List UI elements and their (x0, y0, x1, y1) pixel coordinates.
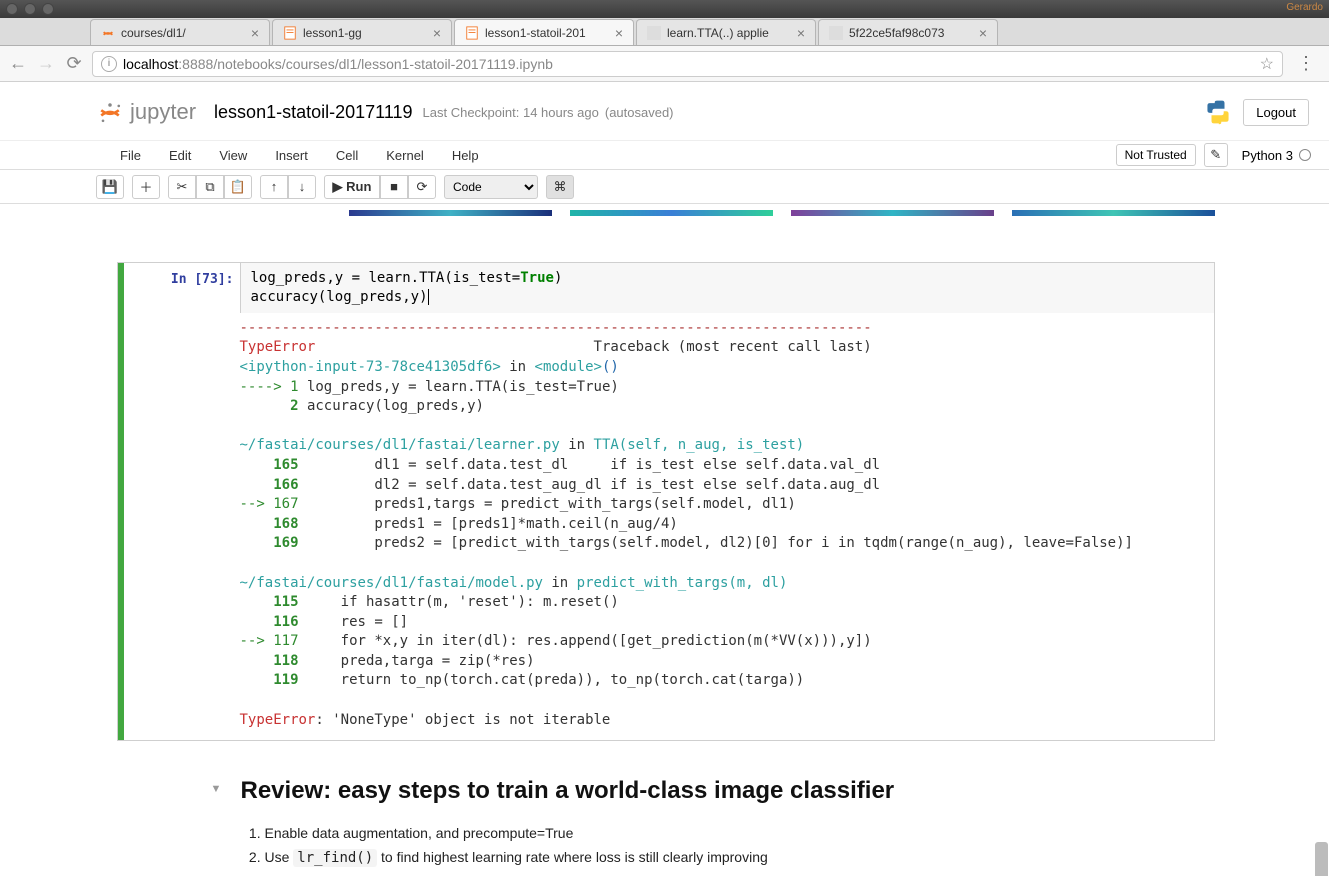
reload-icon[interactable]: ⟳ (64, 54, 84, 74)
forward-icon[interactable]: → (36, 54, 56, 74)
trust-button[interactable]: Not Trusted (1116, 144, 1196, 166)
close-icon[interactable]: × (251, 25, 259, 41)
move-up-icon[interactable]: ↑ (260, 175, 288, 199)
url-path: /notebooks/courses/dl1/lesson1-statoil-2… (213, 56, 553, 72)
close-icon[interactable]: × (797, 25, 805, 41)
page-content: jupyter lesson1-statoil-20171119 Last Ch… (0, 82, 1329, 876)
code-input[interactable]: log_preds,y = learn.TTA(is_test=True)acc… (240, 263, 1214, 313)
tab-title: courses/dl1/ (121, 26, 245, 40)
kernel-label: Python 3 (1242, 148, 1293, 163)
thumbnail (570, 210, 773, 216)
url-bar[interactable]: i localhost:8888/notebooks/courses/dl1/l… (92, 51, 1283, 77)
add-cell-icon[interactable]: ＋ (132, 175, 160, 199)
cell-output: ----------------------------------------… (240, 313, 1214, 740)
browser-tabbar: courses/dl1/×lesson1-gg×lesson1-statoil-… (0, 18, 1329, 46)
scrollbar-thumb[interactable] (1315, 842, 1328, 876)
url-host: localhost (123, 56, 178, 72)
list-item: Enable data augmentation, and precompute… (265, 823, 1215, 845)
move-down-icon[interactable]: ↓ (288, 175, 316, 199)
back-icon[interactable]: ← (8, 54, 28, 74)
save-icon[interactable]: 💾 (96, 175, 124, 199)
url-port: :8888 (178, 56, 213, 72)
jupyter-logo[interactable]: jupyter (96, 98, 196, 126)
menubar-item-file[interactable]: File (106, 144, 155, 167)
markdown-list: Enable data augmentation, and precompute… (241, 823, 1215, 876)
info-icon[interactable]: i (101, 56, 117, 72)
python-icon (1205, 99, 1231, 125)
window-max-icon[interactable] (42, 3, 54, 15)
menubar: FileEditViewInsertCellKernelHelp Not Tru… (0, 140, 1329, 170)
close-icon[interactable]: × (433, 25, 441, 41)
browser-navbar: ← → ⟳ i localhost:8888/notebooks/courses… (0, 46, 1329, 82)
notebook-title[interactable]: lesson1-statoil-20171119 (214, 102, 412, 123)
browser-tab[interactable]: lesson1-statoil-201 × (454, 19, 634, 45)
collapse-icon[interactable]: ▼ (211, 783, 222, 795)
browser-tab[interactable]: courses/dl1/ × (90, 19, 270, 45)
window-min-icon[interactable] (24, 3, 36, 15)
thumbnail (349, 210, 552, 216)
run-button[interactable]: ▶ Run (324, 175, 380, 199)
jupyter-header: jupyter lesson1-statoil-20171119 Last Ch… (0, 92, 1329, 140)
edit-icon[interactable]: ✎ (1204, 143, 1228, 167)
celltype-select[interactable]: Code (444, 175, 538, 199)
menubar-item-edit[interactable]: Edit (155, 144, 205, 167)
kernel-indicator[interactable]: Python 3 (1236, 145, 1317, 166)
tab-title: lesson1-gg (303, 26, 427, 40)
copy-icon[interactable]: ⧉ (196, 175, 224, 199)
paste-icon[interactable]: 📋 (224, 175, 252, 199)
list-item: Train last layer from precomputed activa… (265, 872, 1215, 876)
window-close-icon[interactable] (6, 3, 18, 15)
image-thumbnails (115, 204, 1215, 226)
checkpoint-label: Last Checkpoint: 14 hours ago (423, 105, 599, 120)
menubar-item-help[interactable]: Help (438, 144, 493, 167)
markdown-heading: Review: easy steps to train a world-clas… (241, 777, 1215, 805)
menubar-item-cell[interactable]: Cell (322, 144, 372, 167)
toolbar: 💾 ＋ ✂ ⧉ 📋 ↑ ↓ ▶ Run ■ ⟳ Code ⌘ (0, 170, 1329, 204)
browser-tab[interactable]: lesson1-gg × (272, 19, 452, 45)
browser-menu-icon[interactable]: ⋮ (1291, 53, 1321, 74)
kernel-status-icon (1299, 149, 1311, 161)
tab-title: lesson1-statoil-201 (485, 26, 609, 40)
menubar-item-insert[interactable]: Insert (261, 144, 322, 167)
system-user: Gerardo (1286, 2, 1323, 13)
thumbnail (1012, 210, 1215, 216)
bookmark-icon[interactable]: ☆ (1260, 54, 1274, 74)
tab-title: learn.TTA(..) applie (667, 26, 791, 40)
tab-title: 5f22ce5faf98c073 (849, 26, 973, 40)
cell-prompt: In [73]: (171, 272, 234, 287)
command-palette-icon[interactable]: ⌘ (546, 175, 574, 199)
browser-tab[interactable]: 5f22ce5faf98c073 × (818, 19, 998, 45)
thumbnail (791, 210, 994, 216)
logout-button[interactable]: Logout (1243, 99, 1309, 126)
restart-icon[interactable]: ⟳ (408, 175, 436, 199)
browser-tab[interactable]: learn.TTA(..) applie × (636, 19, 816, 45)
jupyter-logo-text: jupyter (130, 99, 196, 125)
menubar-item-kernel[interactable]: Kernel (372, 144, 438, 167)
close-icon[interactable]: × (979, 25, 987, 41)
autosave-label: (autosaved) (605, 105, 674, 120)
close-icon[interactable]: × (615, 25, 623, 41)
cut-icon[interactable]: ✂ (168, 175, 196, 199)
list-item: Use lr_find() to find highest learning r… (265, 847, 1215, 870)
stop-icon[interactable]: ■ (380, 175, 408, 199)
menubar-item-view[interactable]: View (205, 144, 261, 167)
markdown-cell[interactable]: ▼ Review: easy steps to train a world-cl… (115, 777, 1215, 876)
window-bar: Gerardo (0, 0, 1329, 18)
code-cell[interactable]: In [73]: log_preds,y = learn.TTA(is_test… (117, 262, 1215, 741)
